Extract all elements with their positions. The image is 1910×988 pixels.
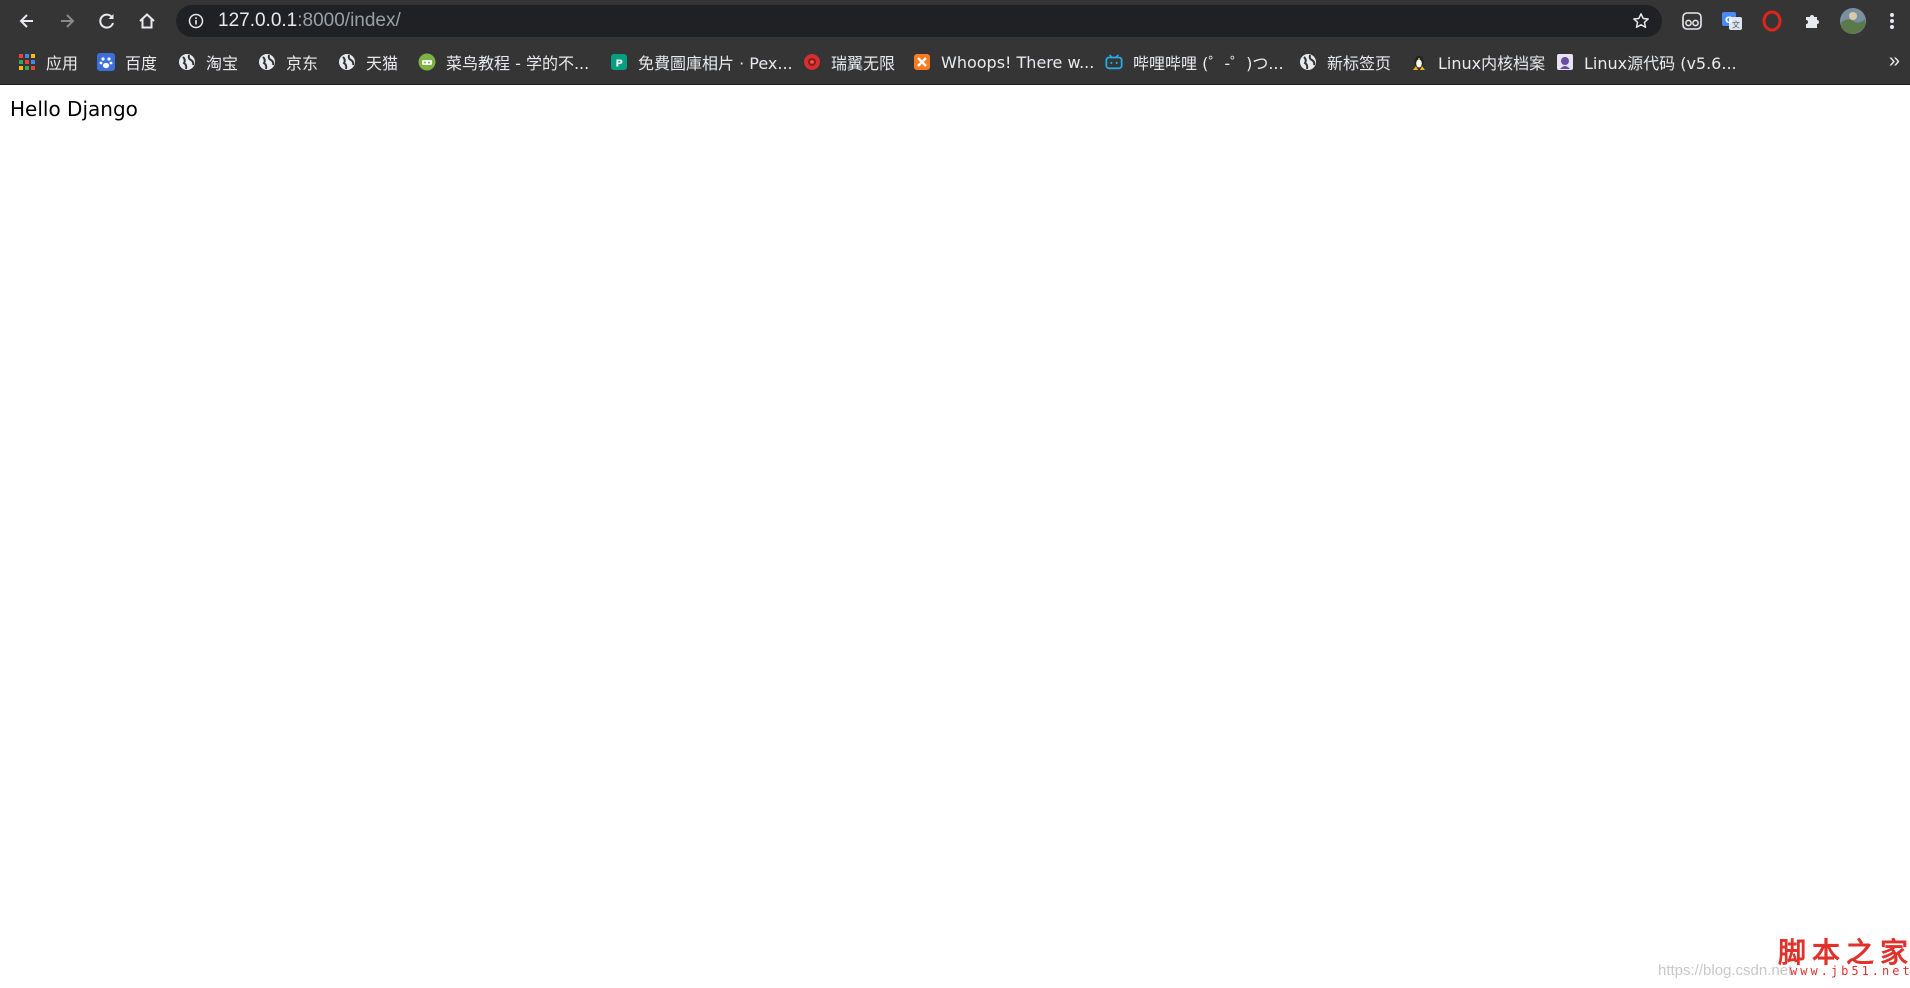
bookmark-linux-source[interactable]: Linux源代码 (v5.6... [1556,42,1737,82]
bookmark-label: 菜鸟教程 - 学的不... [446,54,590,73]
ruiyi-icon [803,53,821,71]
bookmark-label: 京东 [286,54,319,73]
avatar-icon [1840,8,1866,34]
bookmark-label: 淘宝 [206,54,239,73]
svg-text:P: P [616,59,623,70]
extension-glasses-button[interactable] [1680,9,1704,33]
reload-icon [99,13,114,29]
globe-icon [1299,53,1317,71]
arrow-left-icon [19,14,33,28]
runoob-icon [418,53,436,71]
page-text: Hello Django [10,97,138,121]
bookmark-baidu[interactable]: 百度 [97,42,157,82]
extension-translate-button[interactable]: G 文 [1720,9,1744,33]
bookmark-label: Linux源代码 (v5.6... [1584,54,1737,73]
bookmark-new-tab[interactable]: 新标签页 [1299,42,1391,82]
bookmark-label: 哔哩哔哩 (゜-゜)つ... [1133,54,1284,73]
home-icon [139,13,155,29]
bookmark-bilibili[interactable]: 哔哩哔哩 (゜-゜)つ... [1105,42,1284,82]
tux-icon [1410,53,1428,71]
kebab-menu-icon [1890,13,1894,29]
globe-icon [258,53,276,71]
bookmark-apps[interactable]: 应用 [18,42,78,82]
bookmark-label: 天猫 [366,54,399,73]
bookmark-label: 免費圖庫相片 · Pex... [638,54,793,73]
extension-opera-button[interactable] [1760,9,1784,33]
watermark-site: www.jb51.net [1790,964,1910,978]
svg-text:文: 文 [1732,20,1740,30]
globe-icon [338,53,356,71]
bookmarks-overflow-button[interactable]: » [1889,50,1900,73]
translate-icon: G 文 [1722,12,1742,30]
url-path: :8000/index/ [297,10,401,31]
watermark-blog-url: https://blog.csdn.net [1658,962,1793,979]
back-button[interactable] [12,6,42,36]
globe-icon [178,53,196,71]
info-icon[interactable] [188,13,204,29]
url-text: 127.0.0.1:8000/index/ [218,5,401,37]
opera-icon [1762,10,1782,32]
bookmark-label: Whoops! There w... [941,52,1095,72]
bookmark-linux-kernel[interactable]: Linux内核档案 [1410,42,1545,82]
bookmark-label: 应用 [46,54,79,73]
arrow-right-icon [61,14,75,28]
bookmark-label: 百度 [125,54,158,73]
bookmark-label: 瑞翼无限 [831,54,896,73]
bilibili-icon [1105,53,1123,71]
profile-avatar[interactable] [1838,6,1868,36]
menu-button[interactable] [1880,9,1904,33]
apps-grid-icon [18,53,36,71]
page-content: Hello Django 脚本之家 https://blog.csdn.net … [0,85,1910,988]
bookmarks-bar: 应用 百度 淘宝 京东 天猫 菜鸟教程 - 学的不... P 免費圖庫相片 · … [0,42,1910,85]
bookmark-label: 新标签页 [1327,54,1392,73]
address-bar[interactable]: 127.0.0.1:8000/index/ [176,5,1662,37]
bookmark-taobao[interactable]: 淘宝 [178,42,238,82]
pexels-icon: P [610,53,628,71]
bookmark-pexels[interactable]: P 免費圖庫相片 · Pex... [610,42,793,82]
browser-toolbar: 127.0.0.1:8000/index/ G 文 [0,0,1910,42]
bookmark-runoob[interactable]: 菜鸟教程 - 学的不... [418,42,589,82]
bookmark-whoops[interactable]: Whoops! There w... [913,42,1094,82]
star-icon[interactable] [1632,12,1650,30]
bookmark-label: Linux内核档案 [1438,54,1546,73]
reload-button[interactable] [92,6,122,36]
bookmark-ruiyi[interactable]: 瑞翼无限 [803,42,895,82]
puzzle-icon [1806,15,1819,28]
glasses-icon [1682,12,1702,30]
forward-button[interactable] [52,6,82,36]
bootlin-icon [1556,53,1574,71]
bookmark-tmall[interactable]: 天猫 [338,42,398,82]
extensions-button[interactable] [1800,9,1824,33]
baidu-paw-icon [97,53,115,71]
xampp-icon [913,53,931,71]
bookmark-jd[interactable]: 京东 [258,42,318,82]
home-button[interactable] [132,6,162,36]
url-host: 127.0.0.1 [218,10,298,31]
